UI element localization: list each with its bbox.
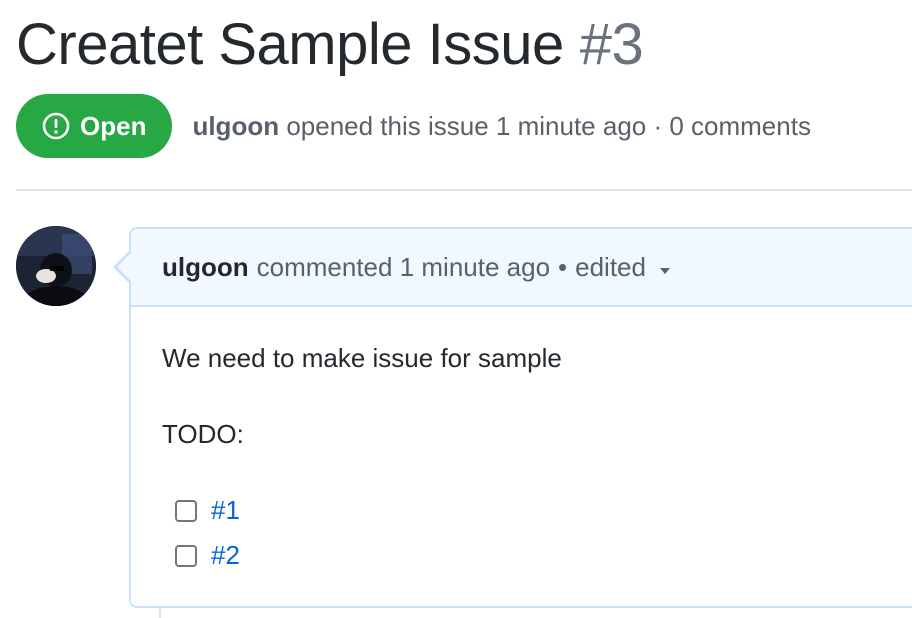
- task-issue-link[interactable]: #2: [211, 540, 240, 571]
- comment-edited-dropdown[interactable]: edited: [575, 252, 670, 283]
- comment-body-line: We need to make issue for sample: [162, 343, 562, 373]
- task-list-item: #2: [175, 540, 240, 571]
- issue-meta-text: opened this issue 1 minute ago · 0 comme…: [286, 110, 811, 141]
- task-checkbox[interactable]: [175, 544, 197, 567]
- triangle-down-icon: [659, 267, 670, 274]
- avatar[interactable]: [16, 226, 96, 306]
- issue-title-row: Createt Sample Issue #3: [16, 8, 644, 80]
- comment-action-text: commented 1 minute ago: [256, 251, 551, 282]
- timeline-line: [159, 608, 161, 618]
- comment-author-link[interactable]: ulgoon: [162, 252, 249, 283]
- issue-state-badge: Open: [16, 94, 173, 158]
- comment-arrow-fill: [117, 253, 131, 281]
- task-checkbox[interactable]: [175, 499, 197, 522]
- issue-meta: ulgoon opened this issue 1 minute ago · …: [192, 111, 811, 142]
- issue-author-link[interactable]: ulgoon: [192, 111, 279, 141]
- issue-title: Createt Sample Issue: [16, 11, 564, 77]
- issue-meta-row: Open ulgoon opened this issue 1 minute a…: [16, 94, 811, 158]
- avatar-image: [16, 226, 96, 306]
- issue-number: #3: [579, 11, 644, 77]
- comment-edited-label: edited: [575, 251, 646, 282]
- issue-opened-icon: [42, 112, 70, 140]
- task-issue-link[interactable]: #1: [211, 495, 240, 526]
- comment-box: ulgoon commented 1 minute ago • edited W…: [129, 227, 912, 608]
- comment-separator: •: [558, 251, 568, 282]
- issue-state-label: Open: [80, 110, 147, 141]
- header-divider: [16, 189, 912, 191]
- task-list-item: #1: [175, 495, 240, 526]
- comment-header: ulgoon commented 1 minute ago • edited: [131, 229, 912, 307]
- comment-body-line: TODO:: [162, 419, 244, 449]
